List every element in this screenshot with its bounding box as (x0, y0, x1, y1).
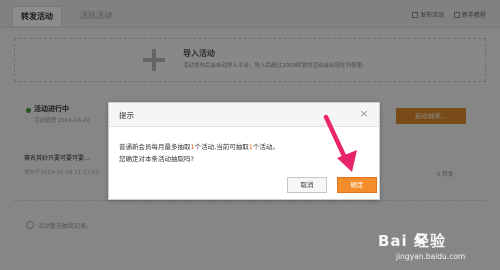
msg-part: 个活动,当前可抽取 (194, 143, 249, 151)
cancel-button[interactable]: 取消 (287, 177, 327, 193)
confirm-dialog: 提示 × 普通新会员每月最多抽取1个活动,当前可抽取1个活动。 您确定对本条活动… (108, 102, 380, 200)
dialog-message-line1: 普通新会员每月最多抽取1个活动,当前可抽取1个活动。 (119, 141, 279, 151)
msg-part: 个活动。 (252, 143, 279, 151)
paw-icon (415, 233, 427, 245)
msg-part: 普通新会员每月最多抽取 (119, 143, 191, 151)
confirm-button[interactable]: 确定 (337, 177, 377, 193)
dialog-header: 提示 × (109, 103, 379, 127)
dialog-title: 提示 (119, 111, 134, 120)
close-icon[interactable]: × (357, 107, 371, 121)
baidu-jingyan-watermark: Bai 经验 jingyan.baidu.com (378, 230, 496, 264)
watermark-url: jingyan.baidu.com (396, 252, 466, 261)
watermark-brand: Bai 经验 (378, 232, 446, 250)
dialog-message-line2: 您确定对本条活动抽取吗? (119, 155, 194, 163)
